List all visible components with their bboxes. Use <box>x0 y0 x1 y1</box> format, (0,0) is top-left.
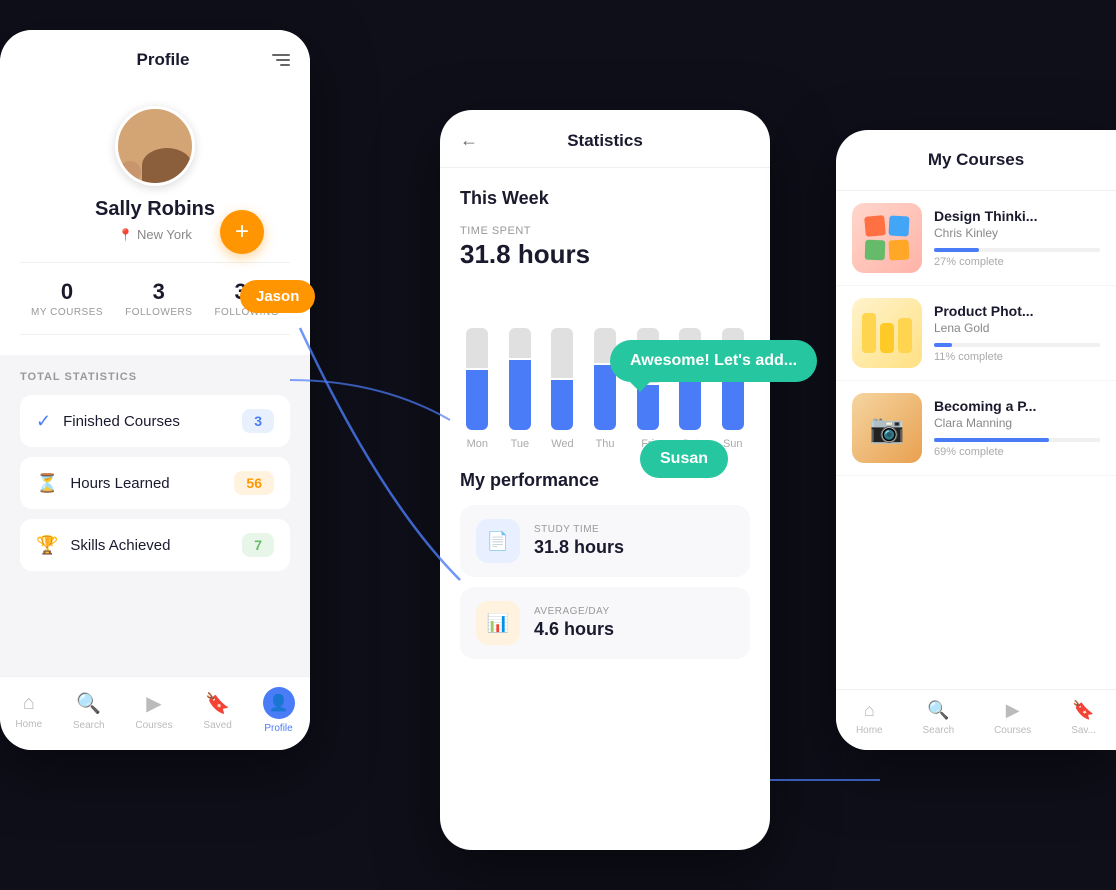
study-time-value: 31.8 hours <box>534 537 624 558</box>
filter-icon[interactable] <box>272 54 290 66</box>
study-time-icon-wrap: 📄 <box>476 519 520 563</box>
course-thumb-1 <box>852 203 922 273</box>
nav-saved[interactable]: 🔖 Saved <box>203 691 231 731</box>
course-author-1: Chris Kinley <box>934 226 1100 240</box>
finished-courses-badge: 3 <box>242 409 274 433</box>
course-thumb-3: 📷 <box>852 393 922 463</box>
awesome-bubble: Awesome! Let's add... <box>610 340 817 382</box>
total-stats-title: TOTAL STATISTICS <box>20 371 290 383</box>
profile-nav-circle: 👤 <box>263 687 295 719</box>
document-icon: 📄 <box>487 531 509 552</box>
total-stats-section: TOTAL STATISTICS ✓ Finished Courses 3 ⏳ … <box>0 355 310 597</box>
study-time-label: STUDY TIME <box>534 524 624 535</box>
profile-bottom-nav: ⌂ Home 🔍 Search ▶ Courses 🔖 Saved 👤 Prof… <box>0 676 310 750</box>
course-thumb-2 <box>852 298 922 368</box>
nav-profile[interactable]: 👤 Profile <box>263 687 295 734</box>
course-item-1[interactable]: Design Thinki... Chris Kinley 27% comple… <box>836 191 1116 286</box>
profile-body: Sally Robins 📍 New York 0 MY COURSES 3 F… <box>0 86 310 355</box>
courses-nav-courses[interactable]: ▶ Courses <box>994 700 1031 736</box>
progress-label-2: 11% complete <box>934 351 1100 363</box>
skills-achieved-label: Skills Achieved <box>70 537 170 554</box>
course-item-2[interactable]: Product Phot... Lena Gold 11% complete <box>836 286 1116 381</box>
courses-nav-search[interactable]: 🔍 Search <box>923 700 955 736</box>
time-spent-value: 31.8 hours <box>460 239 750 270</box>
chart-icon: 📊 <box>487 613 509 634</box>
hourglass-icon: ⏳ <box>36 473 58 494</box>
course-info-2: Product Phot... Lena Gold 11% complete <box>934 303 1100 363</box>
profile-title: Profile <box>137 50 190 70</box>
jason-tooltip: Jason <box>240 280 315 313</box>
courses-nav-saved[interactable]: 🔖 Sav... <box>1071 700 1096 736</box>
courses-nav-label: Courses <box>994 725 1031 736</box>
progress-bar-3 <box>934 438 1100 442</box>
course-item-3[interactable]: 📷 Becoming a P... Clara Manning 69% comp… <box>836 381 1116 476</box>
hours-learned-label: Hours Learned <box>70 475 169 492</box>
average-day-card: 📊 AVERAGE/DAY 4.6 hours <box>460 587 750 659</box>
course-info-3: Becoming a P... Clara Manning 69% comple… <box>934 398 1100 458</box>
search-nav-label: Search <box>923 725 955 736</box>
statistics-phone: ← Statistics This Week TIME SPENT 31.8 h… <box>440 110 770 850</box>
profile-phone: Profile Sally Robins 📍 New York 0 MY COU… <box>0 30 310 750</box>
this-week-label: This Week <box>460 188 750 209</box>
home-icon: ⌂ <box>23 692 35 715</box>
courses-header: My Courses <box>836 130 1116 191</box>
saved-nav-label: Sav... <box>1071 725 1096 736</box>
course-author-2: Lena Gold <box>934 321 1100 335</box>
skills-achieved-badge: 7 <box>242 533 274 557</box>
hours-learned-row: ⏳ Hours Learned 56 <box>20 457 290 509</box>
courses-bottom-nav: ⌂ Home 🔍 Search ▶ Courses 🔖 Sav... <box>836 689 1116 750</box>
home-nav-icon: ⌂ <box>864 700 875 721</box>
trophy-icon: 🏆 <box>36 535 58 556</box>
progress-label-1: 27% complete <box>934 256 1100 268</box>
courses-nav-icon: ▶ <box>1006 700 1020 721</box>
add-button[interactable] <box>220 210 264 254</box>
stats-header: ← Statistics <box>440 110 770 168</box>
skills-achieved-row: 🏆 Skills Achieved 7 <box>20 519 290 571</box>
nav-home[interactable]: ⌂ Home <box>15 692 42 730</box>
search-icon: 🔍 <box>76 691 101 716</box>
finished-courses-row: ✓ Finished Courses 3 <box>20 395 290 447</box>
courses-nav-home[interactable]: ⌂ Home <box>856 700 883 736</box>
checkmark-icon: ✓ <box>36 411 51 432</box>
followers-stat: 3 FOLLOWERS <box>125 279 192 318</box>
search-nav-icon: 🔍 <box>927 700 949 721</box>
nav-search[interactable]: 🔍 Search <box>73 691 105 731</box>
saved-nav-icon: 🔖 <box>1072 700 1094 721</box>
susan-tooltip: Susan <box>640 440 728 478</box>
progress-bar-2 <box>934 343 1100 347</box>
finished-courses-label: Finished Courses <box>63 413 180 430</box>
study-time-card: 📄 STUDY TIME 31.8 hours <box>460 505 750 577</box>
course-author-3: Clara Manning <box>934 416 1100 430</box>
bar-wed <box>545 290 580 430</box>
course-title-1: Design Thinki... <box>934 208 1100 224</box>
average-day-label: AVERAGE/DAY <box>534 606 614 617</box>
course-info-1: Design Thinki... Chris Kinley 27% comple… <box>934 208 1100 268</box>
average-day-icon-wrap: 📊 <box>476 601 520 645</box>
courses-icon: ▶ <box>146 691 161 716</box>
progress-bar-1 <box>934 248 1100 252</box>
statistics-title: Statistics <box>494 131 716 151</box>
hours-learned-badge: 56 <box>234 471 274 495</box>
course-title-2: Product Phot... <box>934 303 1100 319</box>
progress-label-3: 69% complete <box>934 446 1100 458</box>
my-courses-stat: 0 MY COURSES <box>31 279 103 318</box>
bar-tue <box>503 290 538 430</box>
stats-body: This Week TIME SPENT 31.8 hours <box>440 168 770 838</box>
time-spent-label: TIME SPENT <box>460 225 750 237</box>
back-arrow-icon[interactable]: ← <box>460 130 478 151</box>
home-nav-label: Home <box>856 725 883 736</box>
nav-courses[interactable]: ▶ Courses <box>135 691 172 731</box>
saved-icon: 🔖 <box>205 691 230 716</box>
profile-nav-icon: 👤 <box>269 693 289 713</box>
average-day-value: 4.6 hours <box>534 619 614 640</box>
courses-phone: My Courses Design Thinki... Chris Kinley… <box>836 130 1116 750</box>
profile-header: Profile <box>0 30 310 86</box>
avatar-wrap <box>115 106 195 186</box>
bar-mon <box>460 290 495 430</box>
course-title-3: Becoming a P... <box>934 398 1100 414</box>
avatar <box>115 106 195 186</box>
